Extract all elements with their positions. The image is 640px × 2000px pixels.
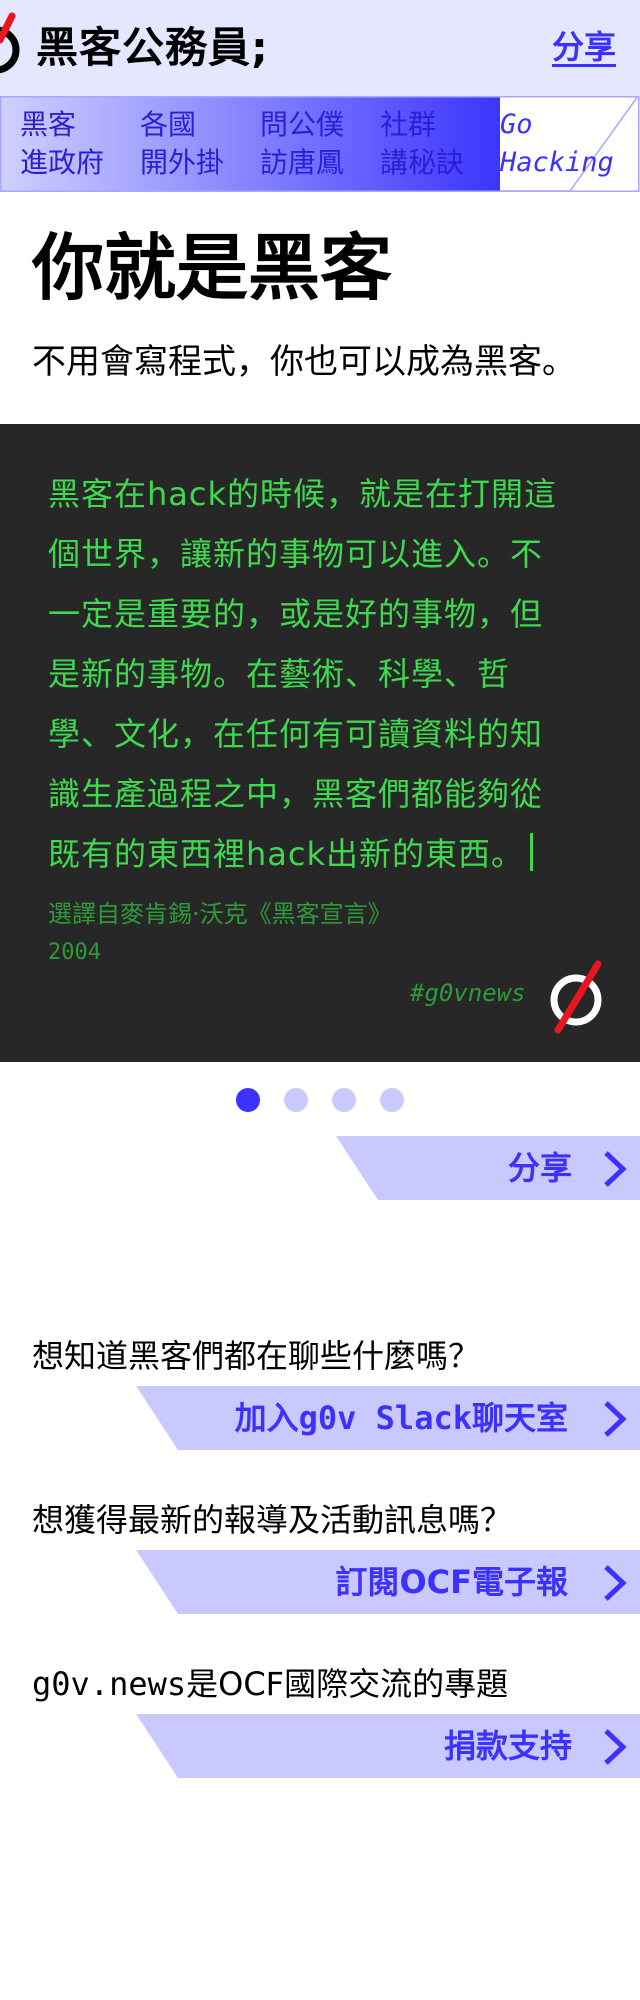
quote-line: 是新的事物。在藝術、科學、哲 — [48, 655, 511, 693]
quote-line: 個世界，讓新的事物可以進入。不 — [48, 535, 544, 573]
quote-hashtag: #g0vnews — [410, 979, 526, 1007]
nav-item-line1: 各國 — [140, 108, 197, 141]
quote-line: 識生產過程之中，黑客們都能夠從 — [48, 775, 544, 813]
question-mono: g0v.news — [32, 1665, 187, 1703]
share-button[interactable]: 分享 — [336, 1136, 640, 1200]
quote-line: 既有的東西裡hack出新的東西。 — [48, 835, 525, 873]
donate-question: g0v.news是OCF國際交流的專題 — [32, 1660, 508, 1708]
nav-item-line1: 問公僕 — [260, 108, 345, 141]
cta-text-mono: g0v Slack — [298, 1399, 472, 1437]
share-link[interactable]: 分享 — [552, 24, 616, 70]
nav-go-line1: Go — [500, 109, 533, 140]
nav-item-line2: 進政府 — [20, 146, 105, 179]
carousel-dot[interactable] — [236, 1088, 260, 1112]
site-header: 黑客公務員; 分享 — [0, 0, 640, 96]
site-title[interactable]: 黑客公務員; — [36, 18, 269, 78]
hero-title: 你就是黑客 — [32, 226, 393, 310]
join-slack-label: 加入g0v Slack聊天室 — [235, 1386, 568, 1450]
cta-background — [336, 1136, 640, 1200]
quote-year: 2004 — [48, 940, 101, 965]
cta-text-prefix: 加入 — [234, 1399, 299, 1437]
nav-item-countries[interactable]: 各國 開外掛 — [140, 106, 224, 182]
nav-item-line2: 開外掛 — [140, 146, 225, 179]
nav-item-hackers-in-gov[interactable]: 黑客 進政府 — [20, 106, 104, 182]
carousel-dot[interactable] — [284, 1088, 308, 1112]
nav-item-interview[interactable]: 問公僕 訪唐鳳 — [260, 106, 344, 182]
donate-button[interactable]: 捐款支持 — [136, 1714, 640, 1778]
subscribe-label: 訂閱OCF電子報 — [335, 1550, 568, 1614]
carousel-dots — [236, 1088, 404, 1112]
question-rest: 是OCF國際交流的專題 — [186, 1665, 509, 1703]
carousel-dot[interactable] — [380, 1088, 404, 1112]
nav-item-community[interactable]: 社群 講秘訣 — [380, 106, 464, 182]
chevron-right-icon — [604, 1729, 627, 1765]
g0v-logo-icon[interactable] — [0, 12, 34, 78]
nav-item-line2: 講秘訣 — [380, 146, 465, 179]
main-nav: 黑客 進政府 各國 開外掛 問公僕 訪唐鳳 社群 講秘訣 Go Hacking — [0, 96, 640, 192]
cta-text-prefix: 訂閱 — [335, 1563, 400, 1601]
text-cursor — [530, 833, 534, 871]
quote-source: 選譯自麥肯錫·沃克《黑客宣言》 — [48, 900, 392, 928]
chevron-right-icon — [604, 1565, 627, 1601]
nav-item-go-hacking[interactable]: Go Hacking — [500, 106, 614, 182]
nav-item-line1: 社群 — [380, 108, 437, 141]
cta-text-suffix: 電子報 — [471, 1563, 568, 1601]
newsletter-question: 想獲得最新的報導及活動訊息嗎？ — [32, 1501, 513, 1539]
quote-carousel-slide: 黑客在hack的時候，就是在打開這 個世界，讓新的事物可以進入。不 一定是重要的… — [0, 424, 640, 1062]
hero-subtitle: 不用會寫程式，你也可以成為黑客。 — [32, 342, 576, 382]
quote-text: 黑客在hack的時候，就是在打開這 個世界，讓新的事物可以進入。不 一定是重要的… — [48, 464, 596, 884]
cta-text-mono: OCF — [399, 1563, 472, 1601]
quote-line: 一定是重要的，或是好的事物，但 — [48, 595, 544, 633]
carousel-dot[interactable] — [332, 1088, 356, 1112]
cta-text-suffix: 聊天室 — [471, 1399, 568, 1437]
join-slack-button[interactable]: 加入g0v Slack聊天室 — [136, 1386, 640, 1450]
donate-label: 捐款支持 — [443, 1727, 572, 1765]
quote-line: 黑客在hack的時候，就是在打開這 — [48, 475, 558, 513]
quote-line-last: 既有的東西裡hack出新的東西。 — [48, 824, 596, 884]
chevron-right-icon — [604, 1401, 627, 1437]
share-button-label: 分享 — [507, 1149, 572, 1187]
nav-go-line2: Hacking — [500, 147, 614, 178]
nav-item-line2: 訪唐鳳 — [260, 146, 345, 179]
quote-line: 學、文化，在任何有可讀資料的知 — [48, 715, 544, 753]
chevron-right-icon — [604, 1151, 627, 1187]
slack-question: 想知道黑客們都在聊些什麼嗎？ — [32, 1337, 481, 1375]
nav-item-line1: 黑客 — [20, 108, 77, 141]
subscribe-newsletter-button[interactable]: 訂閱OCF電子報 — [136, 1550, 640, 1614]
g0v-logo-icon — [550, 960, 602, 1034]
